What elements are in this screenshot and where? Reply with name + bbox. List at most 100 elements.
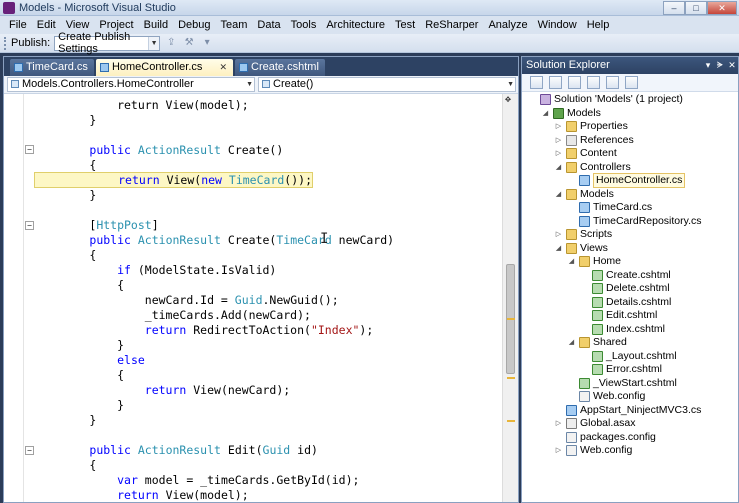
tree-item[interactable]: ▷ Properties bbox=[554, 120, 628, 133]
expand-toggle-icon[interactable]: ◢ bbox=[554, 188, 563, 201]
expand-toggle-icon[interactable]: ◢ bbox=[554, 242, 563, 255]
menu-resharper[interactable]: ReSharper bbox=[420, 16, 483, 34]
tree-item[interactable]: ◢ Home bbox=[567, 255, 621, 268]
references-icon bbox=[566, 134, 577, 146]
menu-analyze[interactable]: Analyze bbox=[483, 16, 532, 34]
tree-item-label: Web.config bbox=[580, 444, 633, 456]
menu-file[interactable]: File bbox=[4, 16, 32, 34]
show-all-files-icon[interactable] bbox=[549, 76, 562, 89]
csharp-file-icon bbox=[566, 404, 577, 416]
close-button[interactable]: ✕ bbox=[707, 0, 737, 15]
properties-icon[interactable] bbox=[530, 76, 543, 89]
class-dropdown[interactable]: Models.Controllers.HomeController ▼ bbox=[7, 77, 255, 92]
expand-toggle-icon[interactable]: ◢ bbox=[567, 255, 576, 268]
tree-item[interactable]: ◢ Models bbox=[554, 188, 614, 201]
cshtml-file-icon bbox=[592, 350, 603, 362]
tree-item[interactable]: TimeCardRepository.cs bbox=[567, 215, 702, 228]
expand-toggle-icon[interactable]: ◢ bbox=[554, 161, 563, 174]
collapse-icon[interactable]: − bbox=[25, 145, 34, 154]
expand-toggle-icon[interactable]: ◢ bbox=[567, 336, 576, 349]
tree-item-label: Views bbox=[580, 241, 608, 254]
auto-hide-pin-icon[interactable]: ᗙ bbox=[714, 57, 726, 74]
code-line: public ActionResult Create(TimeCard newC… bbox=[89, 233, 395, 247]
tree-item[interactable]: packages.config bbox=[554, 431, 656, 444]
publish-web-icon[interactable]: ⚒ bbox=[182, 36, 196, 50]
chevron-down-icon: ▼ bbox=[148, 36, 160, 50]
expand-toggle-icon[interactable]: ▷ bbox=[554, 120, 563, 133]
menu-test[interactable]: Test bbox=[390, 16, 420, 34]
tree-item[interactable]: ▷ References bbox=[554, 134, 634, 147]
folder-icon bbox=[566, 148, 577, 159]
tab-create-cshtml[interactable]: Create.cshtml bbox=[235, 59, 325, 76]
code-line: else bbox=[117, 353, 145, 367]
menu-tools[interactable]: Tools bbox=[286, 16, 322, 34]
tree-item-label: AppStart_NinjectMVC3.cs bbox=[580, 403, 702, 416]
menu-data[interactable]: Data bbox=[252, 16, 285, 34]
refresh-icon[interactable] bbox=[568, 76, 581, 89]
close-tab-icon[interactable]: ✕ bbox=[219, 62, 227, 72]
member-dropdown[interactable]: Create() ▼ bbox=[258, 77, 516, 92]
menu-edit[interactable]: Edit bbox=[32, 16, 61, 34]
toolbar-grip[interactable] bbox=[4, 36, 7, 50]
change-marker bbox=[507, 318, 515, 320]
tree-item[interactable]: TimeCard.cs bbox=[567, 201, 652, 214]
expand-toggle-icon[interactable]: ▷ bbox=[554, 134, 563, 147]
tree-item[interactable]: _Layout.cshtml bbox=[580, 350, 677, 363]
expand-toggle-icon[interactable]: ◢ bbox=[541, 107, 550, 120]
menu-team[interactable]: Team bbox=[216, 16, 253, 34]
menu-help[interactable]: Help bbox=[582, 16, 615, 34]
tree-item[interactable]: AppStart_NinjectMVC3.cs bbox=[554, 404, 701, 417]
collapse-icon[interactable]: − bbox=[25, 221, 34, 230]
tree-item[interactable]: ◢ Models bbox=[541, 107, 601, 120]
expand-toggle-icon[interactable]: ▷ bbox=[554, 417, 563, 430]
menu-debug[interactable]: Debug bbox=[173, 16, 215, 34]
minimize-button[interactable]: – bbox=[663, 0, 685, 15]
tree-item[interactable]: ▷ Web.config bbox=[554, 444, 632, 457]
window-position-icon[interactable]: ▾ bbox=[702, 57, 714, 74]
tab-homecontroller-cs[interactable]: HomeController.cs ✕ bbox=[95, 59, 234, 76]
tree-item[interactable]: Delete.cshtml bbox=[580, 282, 670, 295]
tree-item[interactable]: ▷ Scripts bbox=[554, 228, 612, 241]
solution-explorer-header: Solution Explorer ▾ ᗙ ✕ bbox=[522, 57, 738, 74]
close-panel-icon[interactable]: ✕ bbox=[726, 57, 738, 74]
maximize-button[interactable]: □ bbox=[685, 0, 707, 15]
tree-item[interactable]: Index.cshtml bbox=[580, 323, 665, 336]
tree-item[interactable]: _ViewStart.cshtml bbox=[567, 377, 677, 390]
vertical-scrollbar[interactable]: ✥ bbox=[502, 94, 518, 502]
tree-item[interactable]: ▷ Content bbox=[554, 147, 617, 160]
code-line: public ActionResult Create() bbox=[89, 143, 284, 157]
cshtml-file-icon bbox=[592, 323, 603, 335]
expand-toggle-icon[interactable]: ▷ bbox=[554, 228, 563, 241]
class-diagram-icon[interactable] bbox=[625, 76, 638, 89]
menu-architecture[interactable]: Architecture bbox=[321, 16, 390, 34]
tree-item-label: _ViewStart.cshtml bbox=[593, 376, 677, 389]
tree-item[interactable]: ◢ Controllers bbox=[554, 161, 631, 174]
expand-toggle-icon[interactable]: ▷ bbox=[554, 444, 563, 457]
tree-item[interactable]: Error.cshtml bbox=[580, 363, 662, 376]
split-window-icon[interactable]: ✥ bbox=[505, 95, 515, 105]
tree-item[interactable]: Details.cshtml bbox=[580, 296, 671, 309]
code-line: { bbox=[34, 278, 125, 292]
code-area[interactable]: − − − return View(model); } public Actio… bbox=[4, 94, 518, 502]
tree-item[interactable]: ▷ Global.asax bbox=[554, 417, 635, 430]
tree-item-label: Scripts bbox=[580, 228, 613, 240]
tree-item[interactable]: Edit.cshtml bbox=[580, 309, 657, 322]
menu-window[interactable]: Window bbox=[533, 16, 582, 34]
view-designer-icon[interactable] bbox=[606, 76, 619, 89]
tree-item[interactable]: HomeController.cs bbox=[567, 173, 686, 188]
publish-icon[interactable]: ⇪ bbox=[164, 36, 178, 50]
tree-item[interactable]: ◢ Shared bbox=[567, 336, 627, 349]
view-code-icon[interactable] bbox=[587, 76, 600, 89]
tree-item[interactable]: Web.config bbox=[567, 390, 645, 403]
tree-item[interactable]: ◢ Views bbox=[554, 242, 608, 255]
expand-toggle-icon[interactable]: ▷ bbox=[554, 147, 563, 160]
folder-icon bbox=[579, 256, 590, 267]
tree-item[interactable]: Solution 'Models' (1 project) bbox=[528, 93, 683, 106]
publish-settings-dropdown[interactable]: Create Publish Settings ▼ bbox=[54, 31, 161, 55]
tab-timecard-cs[interactable]: TimeCard.cs bbox=[10, 59, 94, 76]
collapse-icon[interactable]: − bbox=[25, 446, 34, 455]
change-marker bbox=[507, 377, 515, 379]
tree-item-label: HomeController.cs bbox=[593, 173, 686, 188]
tree-item[interactable]: Create.cshtml bbox=[580, 269, 671, 282]
toolbar-options-icon[interactable]: ▾ bbox=[200, 36, 214, 50]
